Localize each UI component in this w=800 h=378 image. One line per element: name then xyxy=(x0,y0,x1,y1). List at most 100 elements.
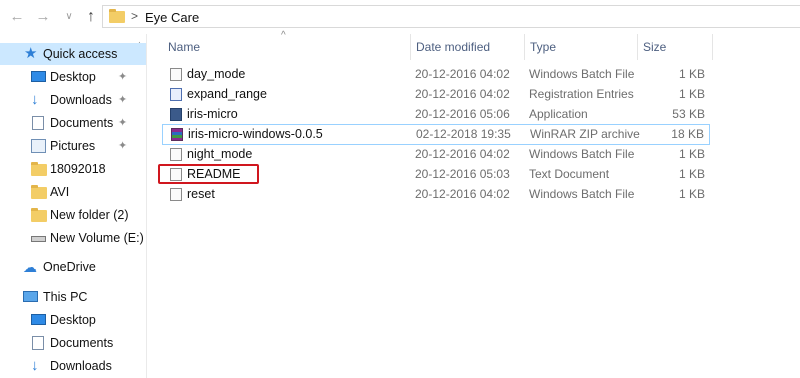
file-size: 53 KB xyxy=(672,107,705,121)
sidebar-item-label: Quick access xyxy=(43,47,118,61)
sidebar-item-this-pc[interactable]: This PC xyxy=(0,286,146,308)
column-header-size[interactable]: Size xyxy=(643,40,666,54)
folder-icon xyxy=(31,208,47,222)
file-size: 1 KB xyxy=(678,187,705,201)
readme-highlight-box xyxy=(158,164,259,184)
file-row-day-mode[interactable]: day_mode 20-12-2016 04:02 Windows Batch … xyxy=(162,65,710,84)
sidebar-item-label: OneDrive xyxy=(43,260,96,274)
desktop-icon xyxy=(31,314,46,325)
file-date-modified: 02-12-2018 19:35 xyxy=(416,127,511,141)
breadcrumb-separator[interactable]: > xyxy=(131,9,138,23)
column-divider[interactable] xyxy=(524,34,525,60)
file-name: iris-micro xyxy=(187,107,238,121)
sidebar-item-pc-desktop[interactable]: Desktop xyxy=(0,309,146,331)
sidebar-item-label: Downloads xyxy=(50,93,112,107)
folder-icon xyxy=(31,162,47,176)
batch-file-icon xyxy=(170,188,182,201)
sidebar-item-label: Documents xyxy=(50,116,114,130)
file-type: Text Document xyxy=(529,167,610,181)
file-size: 1 KB xyxy=(678,67,705,81)
sidebar-item-downloads[interactable]: ↓ Downloads ✦ xyxy=(0,89,146,111)
sidebar-item-pc-documents[interactable]: Documents xyxy=(0,332,146,354)
up-arrow-icon[interactable]: ↑ xyxy=(82,8,100,26)
back-arrow-icon[interactable]: ← xyxy=(8,8,26,26)
sidebar-item-pictures[interactable]: Pictures ✦ xyxy=(0,135,146,157)
file-size: 18 KB xyxy=(671,127,704,141)
sidebar-item-label: Desktop xyxy=(50,70,96,84)
sort-ascending-icon: ^ xyxy=(281,30,286,41)
column-divider[interactable] xyxy=(712,34,713,60)
zip-archive-icon xyxy=(171,128,183,141)
pin-icon: ✦ xyxy=(118,140,128,152)
file-date-modified: 20-12-2016 04:02 xyxy=(415,147,510,161)
file-size: 1 KB xyxy=(678,87,705,101)
pin-icon: ✦ xyxy=(118,94,128,106)
sidebar-item-label: New folder (2) xyxy=(50,208,129,222)
sidebar-item-documents[interactable]: Documents ✦ xyxy=(0,112,146,134)
file-name: day_mode xyxy=(187,67,246,81)
breadcrumb[interactable]: > Eye Care xyxy=(102,5,800,28)
batch-file-icon xyxy=(170,68,182,81)
column-divider[interactable] xyxy=(410,34,411,60)
address-bar: ← → ∨ ↑ > Eye Care xyxy=(0,0,800,34)
file-type: Windows Batch File xyxy=(529,67,635,81)
folder-icon xyxy=(31,185,47,199)
drive-icon xyxy=(31,236,46,242)
desktop-icon xyxy=(31,71,46,82)
file-size: 1 KB xyxy=(678,167,705,181)
batch-file-icon xyxy=(170,148,182,161)
pictures-icon xyxy=(31,139,46,153)
file-date-modified: 20-12-2016 04:02 xyxy=(415,67,510,81)
sidebar-item-label: 18092018 xyxy=(50,162,106,176)
file-name: reset xyxy=(187,187,215,201)
sidebar-item-label: AVI xyxy=(50,185,70,199)
file-type: Registration Entries xyxy=(529,87,634,101)
sidebar-item-onedrive[interactable]: ☁ OneDrive xyxy=(0,256,146,278)
sidebar-item-new-folder-2[interactable]: New folder (2) xyxy=(0,204,146,226)
sidebar-item-label: Pictures xyxy=(50,139,96,153)
file-row-iris-micro-windows[interactable]: iris-micro-windows-0.0.5 02-12-2018 19:3… xyxy=(162,124,710,145)
sidebar-item-pc-downloads[interactable]: ↓ Downloads xyxy=(0,355,146,377)
sidebar-item-quick-access[interactable]: ★ Quick access xyxy=(0,43,146,65)
file-date-modified: 20-12-2016 05:03 xyxy=(415,167,510,181)
column-header-name[interactable]: Name xyxy=(168,40,200,54)
file-type: Application xyxy=(529,107,588,121)
documents-icon xyxy=(32,116,44,130)
file-row-expand-range[interactable]: expand_range 20-12-2016 04:02 Registrati… xyxy=(162,85,710,104)
download-icon: ↓ xyxy=(31,357,39,374)
file-date-modified: 20-12-2016 05:06 xyxy=(415,107,510,121)
sidebar-item-18092018[interactable]: 18092018 xyxy=(0,158,146,180)
sidebar-item-new-volume-e[interactable]: New Volume (E:) xyxy=(0,227,146,249)
file-row-reset[interactable]: reset 20-12-2016 04:02 Windows Batch Fil… xyxy=(162,185,710,204)
file-type: WinRAR ZIP archive xyxy=(530,127,640,141)
onedrive-icon: ☁ xyxy=(23,259,37,275)
file-type: Windows Batch File xyxy=(529,147,635,161)
breadcrumb-eye-care[interactable]: Eye Care xyxy=(145,10,199,25)
column-divider[interactable] xyxy=(637,34,638,60)
column-header-date-modified[interactable]: Date modified xyxy=(416,40,490,54)
file-type: Windows Batch File xyxy=(529,187,635,201)
file-date-modified: 20-12-2016 04:02 xyxy=(415,187,510,201)
file-row-night-mode[interactable]: night_mode 20-12-2016 04:02 Windows Batc… xyxy=(162,145,710,164)
pin-icon: ✦ xyxy=(118,71,128,83)
application-icon xyxy=(170,108,182,121)
file-name: night_mode xyxy=(187,147,253,161)
file-date-modified: 20-12-2016 04:02 xyxy=(415,87,510,101)
column-header-row: ^ Name Date modified Type Size xyxy=(148,30,800,60)
sidebar-item-desktop[interactable]: Desktop ✦ xyxy=(0,66,146,88)
sidebar-item-label: Downloads xyxy=(50,359,112,373)
this-pc-icon xyxy=(23,291,38,302)
file-row-iris-micro[interactable]: iris-micro 20-12-2016 05:06 Application … xyxy=(162,105,710,124)
forward-arrow-icon[interactable]: → xyxy=(34,8,52,26)
file-size: 1 KB xyxy=(678,147,705,161)
sidebar-item-label: Documents xyxy=(50,336,114,350)
column-header-type[interactable]: Type xyxy=(530,40,556,54)
folder-icon xyxy=(109,9,125,23)
download-icon: ↓ xyxy=(31,91,39,108)
recent-locations-chevron-icon[interactable]: ∨ xyxy=(60,8,78,26)
sidebar-item-avi[interactable]: AVI xyxy=(0,181,146,203)
sidebar-item-label: Desktop xyxy=(50,313,96,327)
sidebar-item-label: New Volume (E:) xyxy=(50,231,144,245)
registry-file-icon xyxy=(170,88,182,101)
pin-icon: ✦ xyxy=(118,117,128,129)
